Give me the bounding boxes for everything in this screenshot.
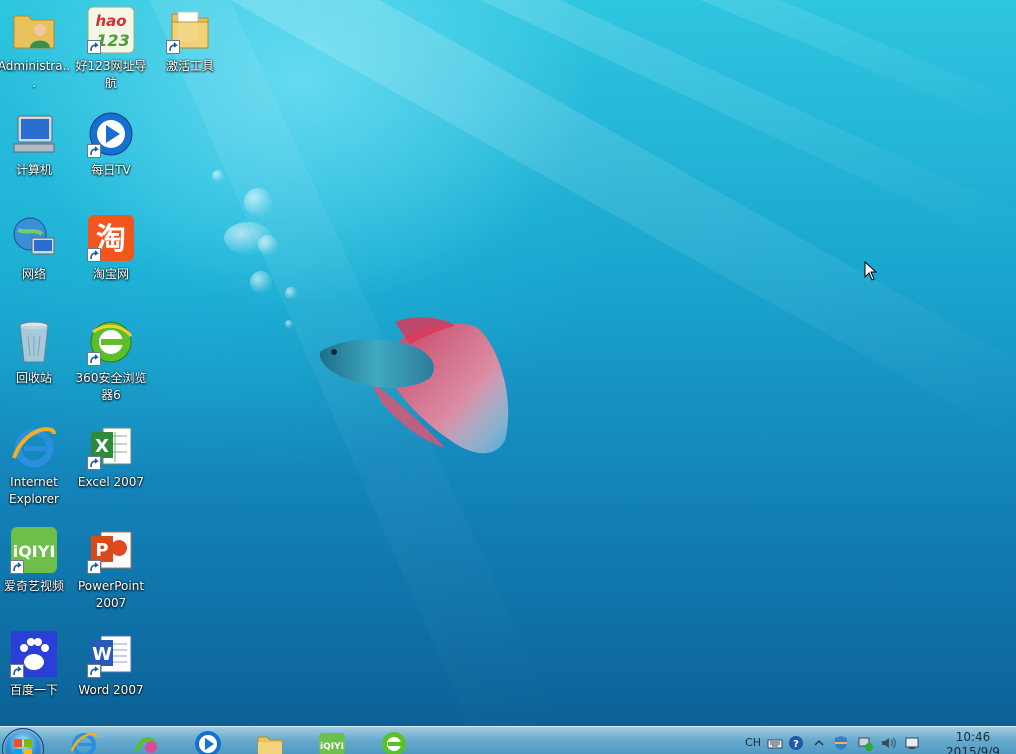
clock-time: 10:46 <box>955 730 991 744</box>
clock-date: 2015/9/9 <box>946 745 1000 754</box>
svg-text:P: P <box>95 540 108 561</box>
shortcut-arrow-icon <box>87 352 101 366</box>
desktop-icon-network[interactable]: 网络 <box>0 210 73 306</box>
taskbar-360-browser-button[interactable] <box>370 729 418 754</box>
shortcut-arrow-icon <box>87 144 101 158</box>
desktop-icon-label: 每日TV <box>91 163 131 177</box>
desktop-icon-internet-explorer[interactable]: Internet Explorer <box>0 418 73 514</box>
desktop-icon-daily-tv[interactable]: 每日TV <box>72 106 150 202</box>
recycle-bin-icon <box>10 318 58 366</box>
desktop-icon-label: 百度一下 <box>9 683 58 697</box>
iqiyi-icon: iQIYI <box>319 733 345 754</box>
show-hidden-icons-icon[interactable] <box>811 735 827 751</box>
mouse-cursor-icon <box>864 261 878 281</box>
taskbar-media-app-button[interactable] <box>122 729 170 754</box>
taskbar-daily-tv-button[interactable] <box>184 729 232 754</box>
powerpoint-icon: P <box>87 526 135 574</box>
desktop-icon-iqiyi[interactable]: iQIYI 爱奇艺视频 <box>0 522 73 618</box>
desktop-icon-label: 回收站 <box>15 371 52 385</box>
desktop-icon-label: 网络 <box>21 267 46 281</box>
taobao-icon: 淘 <box>87 214 135 262</box>
shortcut-arrow-icon <box>87 40 101 54</box>
shortcut-arrow-icon <box>10 560 24 574</box>
excel-icon: X <box>87 422 135 470</box>
shortcut-arrow-icon <box>87 560 101 574</box>
desktop-icon-label: Excel 2007 <box>77 475 145 489</box>
svg-text:X: X <box>95 436 109 457</box>
desktop-icon-360-browser[interactable]: 360安全浏览器6 <box>72 314 150 410</box>
taskbar-file-explorer-button[interactable] <box>246 729 294 754</box>
ime-indicator[interactable]: CH <box>744 735 762 751</box>
desktop-icon-label: 激活工具 <box>165 59 214 73</box>
desktop-icon-computer[interactable]: 计算机 <box>0 106 73 202</box>
hao123-icon: hao 123 <box>87 6 135 54</box>
desktop-icon-taobao[interactable]: 淘 淘宝网 <box>72 210 150 306</box>
iqiyi-icon: iQIYI <box>10 526 58 574</box>
desktop-icon-recycle-bin[interactable]: 回收站 <box>0 314 73 410</box>
desktop-icon-baidu[interactable]: 百度一下 <box>0 626 73 722</box>
svg-text:123: 123 <box>96 31 129 50</box>
play-tv-icon <box>87 110 135 158</box>
desktop-icon-administrator[interactable]: Administra... <box>0 2 73 98</box>
security-shield-icon[interactable] <box>833 735 849 751</box>
system-clock[interactable]: 10:46 2015/9/9 <box>938 730 1008 754</box>
desktop-icon-label: 爱奇艺视频 <box>3 579 64 593</box>
desktop-icon-label: Internet Explorer <box>9 475 59 506</box>
svg-text:?: ? <box>793 739 799 750</box>
computer-icon <box>10 110 58 158</box>
svg-text:hao: hao <box>95 12 126 30</box>
desktop-icon-powerpoint[interactable]: P PowerPoint 2007 <box>72 522 150 618</box>
shortcut-arrow-icon <box>10 664 24 678</box>
media-app-icon <box>135 736 157 753</box>
svg-text:W: W <box>92 644 112 665</box>
shortcut-arrow-icon <box>87 456 101 470</box>
desktop-icon-label: Administra... <box>0 59 71 90</box>
svg-text:iQIYI: iQIYI <box>13 542 56 561</box>
network-icon <box>10 214 58 262</box>
desktop-icon-label: 360安全浏览器6 <box>75 371 147 402</box>
360-browser-icon <box>382 732 406 754</box>
volume-icon[interactable] <box>880 735 896 751</box>
word-icon: W <box>87 630 135 678</box>
desktop-icon-label: PowerPoint 2007 <box>77 579 145 610</box>
desktop-icon-hao123[interactable]: hao 123 好123网址导航 <box>72 2 150 98</box>
desktop[interactable]: Administra... 计算机 网络 回收站 Internet Explor… <box>0 0 1016 754</box>
internet-explorer-icon <box>10 422 58 470</box>
start-orb-icon[interactable] <box>2 728 44 754</box>
taskbar-iqiyi-button[interactable]: iQIYI <box>308 729 356 754</box>
play-tv-icon <box>195 731 221 754</box>
taskbar-internet-explorer-button[interactable] <box>60 729 108 754</box>
file-explorer-icon <box>257 736 283 754</box>
action-center-icon[interactable] <box>904 735 920 751</box>
wallpaper <box>150 0 1016 726</box>
folder-icon <box>166 6 214 54</box>
desktop-icon-excel[interactable]: X Excel 2007 <box>72 418 150 514</box>
taskbar[interactable]: iQIYI CH ? 10:46 2015/9/9 <box>0 726 1016 754</box>
shortcut-arrow-icon <box>87 248 101 262</box>
desktop-icon-label: 计算机 <box>15 163 52 177</box>
svg-text:iQIYI: iQIYI <box>320 742 344 752</box>
desktop-icon-label: 好123网址导航 <box>75 59 147 90</box>
betta-fish-image <box>319 317 509 454</box>
360-browser-icon <box>87 318 135 366</box>
help-icon[interactable]: ? <box>788 735 804 751</box>
network-tray-icon[interactable] <box>857 735 873 751</box>
shortcut-arrow-icon <box>166 40 180 54</box>
user-folder-icon <box>10 6 58 54</box>
internet-explorer-icon <box>70 732 98 754</box>
desktop-icon-word[interactable]: W Word 2007 <box>72 626 150 722</box>
desktop-icon-activation-tool[interactable]: 激活工具 <box>151 2 229 98</box>
baidu-icon <box>10 630 58 678</box>
desktop-icon-label: Word 2007 <box>78 683 144 697</box>
desktop-icon-label: 淘宝网 <box>92 267 129 281</box>
keyboard-icon[interactable] <box>767 735 783 751</box>
shortcut-arrow-icon <box>87 664 101 678</box>
